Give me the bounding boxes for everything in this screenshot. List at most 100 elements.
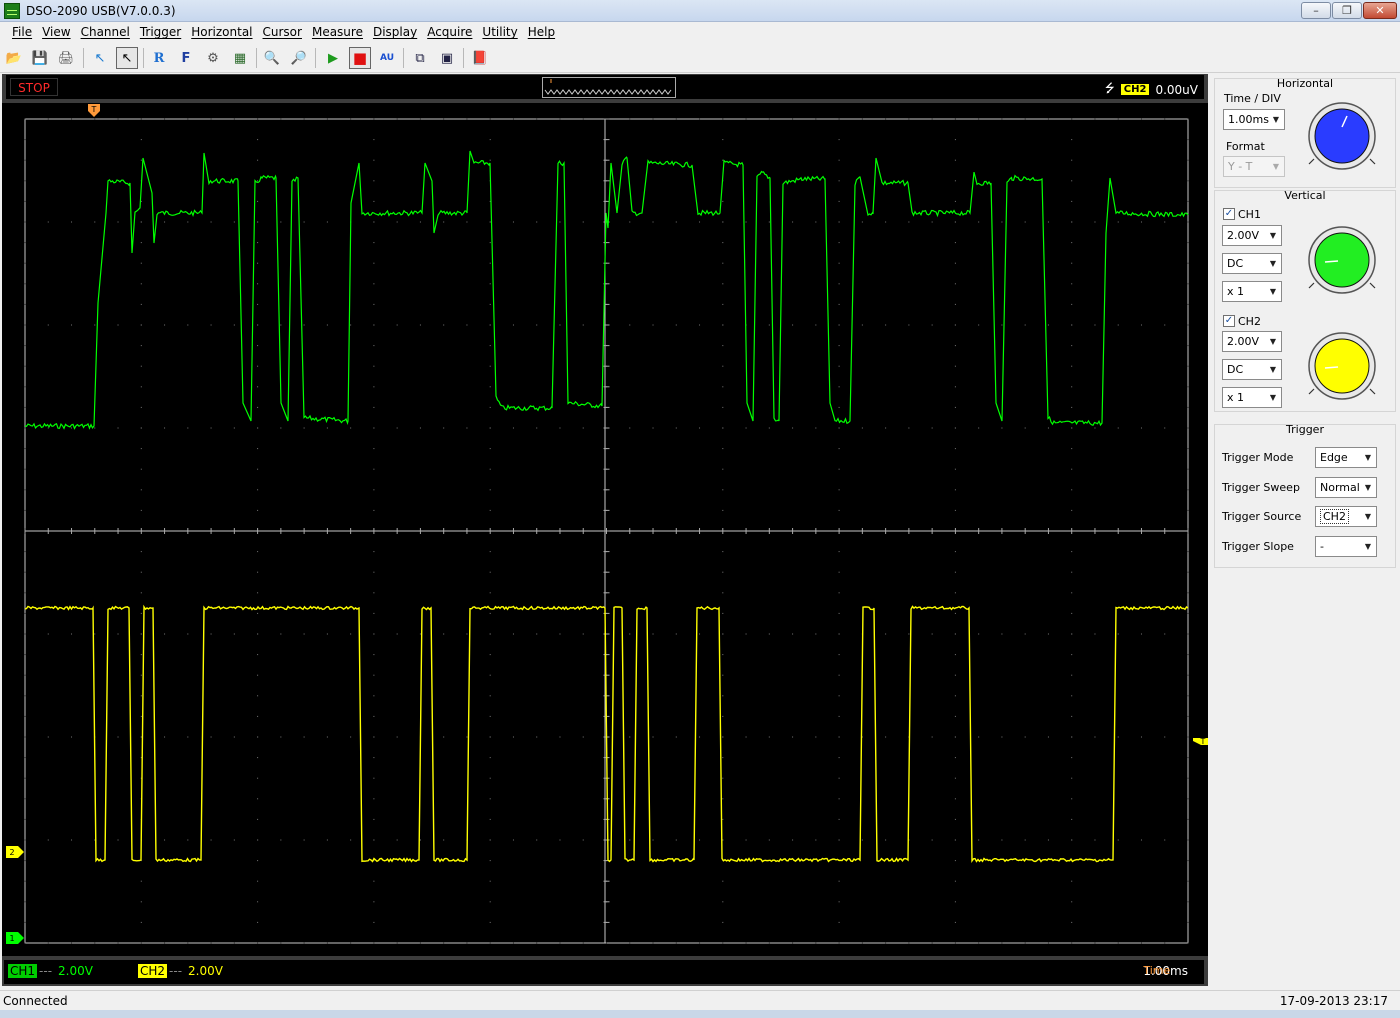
menu-measure[interactable]: Measure [307, 25, 368, 39]
ch2-label: CH2 [1238, 315, 1261, 328]
control-panel: Horizontal Time / DIV 1.00ms ▼ Format Y … [1210, 74, 1400, 986]
ch1-coupling-icon: --- [39, 964, 53, 978]
toolbar-separator [403, 48, 404, 68]
trigger-source-select[interactable]: CH2 ▼ [1315, 506, 1377, 527]
print-icon[interactable]: 🖨 [55, 47, 77, 69]
ch2-probe-value: x 1 [1227, 391, 1245, 404]
time-div-select[interactable]: 1.00ms ▼ [1223, 109, 1285, 130]
status-bar: Connected 17-09-2013 23:17 [0, 990, 1400, 1010]
menu-channel[interactable]: Channel [76, 25, 135, 39]
trigger-mode-value: Edge [1320, 451, 1348, 464]
ch2-marker-glyph: 2 [9, 848, 14, 857]
screen-icon[interactable]: ⧉ [409, 47, 431, 69]
menu-horizontal[interactable]: Horizontal [186, 25, 257, 39]
fft-icon[interactable]: F [175, 47, 197, 69]
menu-file[interactable]: File [7, 25, 37, 39]
overview-wave [544, 79, 672, 95]
trigger-position-marker[interactable]: T [88, 104, 100, 117]
app-icon [4, 3, 20, 19]
ch1-readout-tag: CH1 [8, 964, 38, 978]
taskbar [0, 1010, 1400, 1018]
toolbar: 📂 💾 🖨 ↖ ↖ R F ⚙ ▦ 🔍 🔎 ▶ ■ AU ⧉ ▣ 📕 [0, 43, 1400, 73]
ch2-coupling-select[interactable]: DC ▼ [1222, 359, 1282, 380]
menu-trigger[interactable]: Trigger [135, 25, 186, 39]
ch1-volts-knob[interactable] [1307, 225, 1377, 295]
ch1-probe-value: x 1 [1227, 285, 1245, 298]
menu-view[interactable]: View [37, 25, 75, 39]
chevron-down-icon: ▼ [1364, 542, 1372, 551]
window-icon[interactable]: ▣ [436, 47, 458, 69]
ch2-trace [24, 604, 1189, 864]
menu-acquire[interactable]: Acquire [422, 25, 477, 39]
minimize-button[interactable]: – [1301, 2, 1331, 19]
date-time: 17-09-2013 23:17 [1279, 994, 1388, 1008]
zoom-in-icon[interactable]: 🔍 [261, 47, 283, 69]
trigger-level-marker[interactable]: T [1193, 737, 1208, 746]
ch2-readout: CH2 --- 2.00V [138, 964, 223, 978]
ch2-volts-value: 2.00V [1227, 335, 1260, 348]
connection-status: Connected [3, 994, 68, 1008]
trigger-title: Trigger [1286, 423, 1324, 436]
maximize-button[interactable]: ❐ [1332, 2, 1362, 19]
auto-icon[interactable]: AU [376, 47, 398, 69]
trigger-level-glyph: T [1200, 737, 1206, 746]
stop-icon[interactable]: ■ [349, 47, 371, 69]
window-title: DSO-2090 USB(V7.0.0.3) [26, 4, 176, 18]
ch1-volts-select[interactable]: 2.00V ▼ [1222, 225, 1282, 246]
ch2-volts-knob[interactable] [1307, 331, 1377, 401]
trigger-slope-select[interactable]: - ▼ [1315, 536, 1377, 557]
persist-icon[interactable]: ▦ [229, 47, 251, 69]
format-select: Y - T ▼ [1223, 156, 1285, 177]
chevron-down-icon: ▼ [1269, 337, 1277, 346]
time-div-label: Time / DIV [1224, 92, 1281, 105]
ch2-probe-select[interactable]: x 1 ▼ [1222, 387, 1282, 408]
axis-ticks [24, 118, 1189, 923]
time-div-value: 1.00ms [1228, 113, 1269, 126]
close-button[interactable]: ✕ [1363, 2, 1397, 19]
ch2-volts-select[interactable]: 2.00V ▼ [1222, 331, 1282, 352]
waveform-display[interactable]: T T 2 1 [2, 103, 1208, 956]
toolbar-separator [256, 48, 257, 68]
menu-utility[interactable]: Utility [477, 25, 522, 39]
run-icon[interactable]: ▶ [322, 47, 344, 69]
ch2-enable-checkbox[interactable]: ✓ [1223, 315, 1235, 327]
zoom-out-icon[interactable]: 🔎 [288, 47, 310, 69]
trigger-slope-label: Trigger Slope [1222, 540, 1294, 553]
ch1-ground-marker[interactable]: 1 [6, 932, 24, 944]
ch1-scale-readout: 2.00V [58, 964, 93, 978]
waveform-canvas: T T 2 1 [6, 104, 1208, 944]
ch1-coupling-value: DC [1227, 257, 1244, 270]
ch1-coupling-select[interactable]: DC ▼ [1222, 253, 1282, 274]
format-label: Format [1226, 140, 1265, 153]
title-bar: DSO-2090 USB(V7.0.0.3) – ❐ ✕ [0, 0, 1400, 22]
timebase-knob[interactable] [1307, 101, 1377, 171]
memory-overview[interactable] [542, 77, 676, 98]
pointer-zoom-icon[interactable]: ↖ [89, 47, 111, 69]
ch2-coupling-value: DC [1227, 363, 1244, 376]
chevron-down-icon: ▼ [1269, 287, 1277, 296]
trigger-sweep-select[interactable]: Normal ▼ [1315, 477, 1377, 498]
format-value: Y - T [1228, 160, 1253, 173]
ch1-readout: CH1 --- 2.00V [8, 964, 93, 978]
open-icon[interactable]: 📂 [3, 47, 25, 69]
trigger-sweep-value: Normal [1320, 481, 1360, 494]
chevron-down-icon: ▼ [1272, 115, 1280, 124]
math-icon[interactable]: ⚙ [202, 47, 224, 69]
book-icon[interactable]: 📕 [469, 47, 491, 69]
menu-help[interactable]: Help [523, 25, 560, 39]
ch1-enable-checkbox[interactable]: ✓ [1223, 208, 1235, 220]
reference-icon[interactable]: R [148, 47, 170, 69]
pointer-icon[interactable]: ↖ [116, 47, 138, 69]
menu-cursor[interactable]: Cursor [258, 25, 307, 39]
ch1-label: CH1 [1238, 208, 1261, 221]
chevron-down-icon: ▼ [1272, 162, 1280, 171]
ch2-ground-marker[interactable]: 2 [6, 846, 24, 858]
toolbar-separator [315, 48, 316, 68]
save-icon[interactable]: 💾 [29, 47, 51, 69]
trigger-status: ⭍ CH2 0.00uV [1105, 79, 1198, 100]
trigger-level-readout: 0.00uV [1155, 82, 1198, 97]
trigger-mode-select[interactable]: Edge ▼ [1315, 447, 1377, 468]
menu-display[interactable]: Display [368, 25, 422, 39]
chevron-down-icon: ▼ [1364, 483, 1372, 492]
ch1-probe-select[interactable]: x 1 ▼ [1222, 281, 1282, 302]
